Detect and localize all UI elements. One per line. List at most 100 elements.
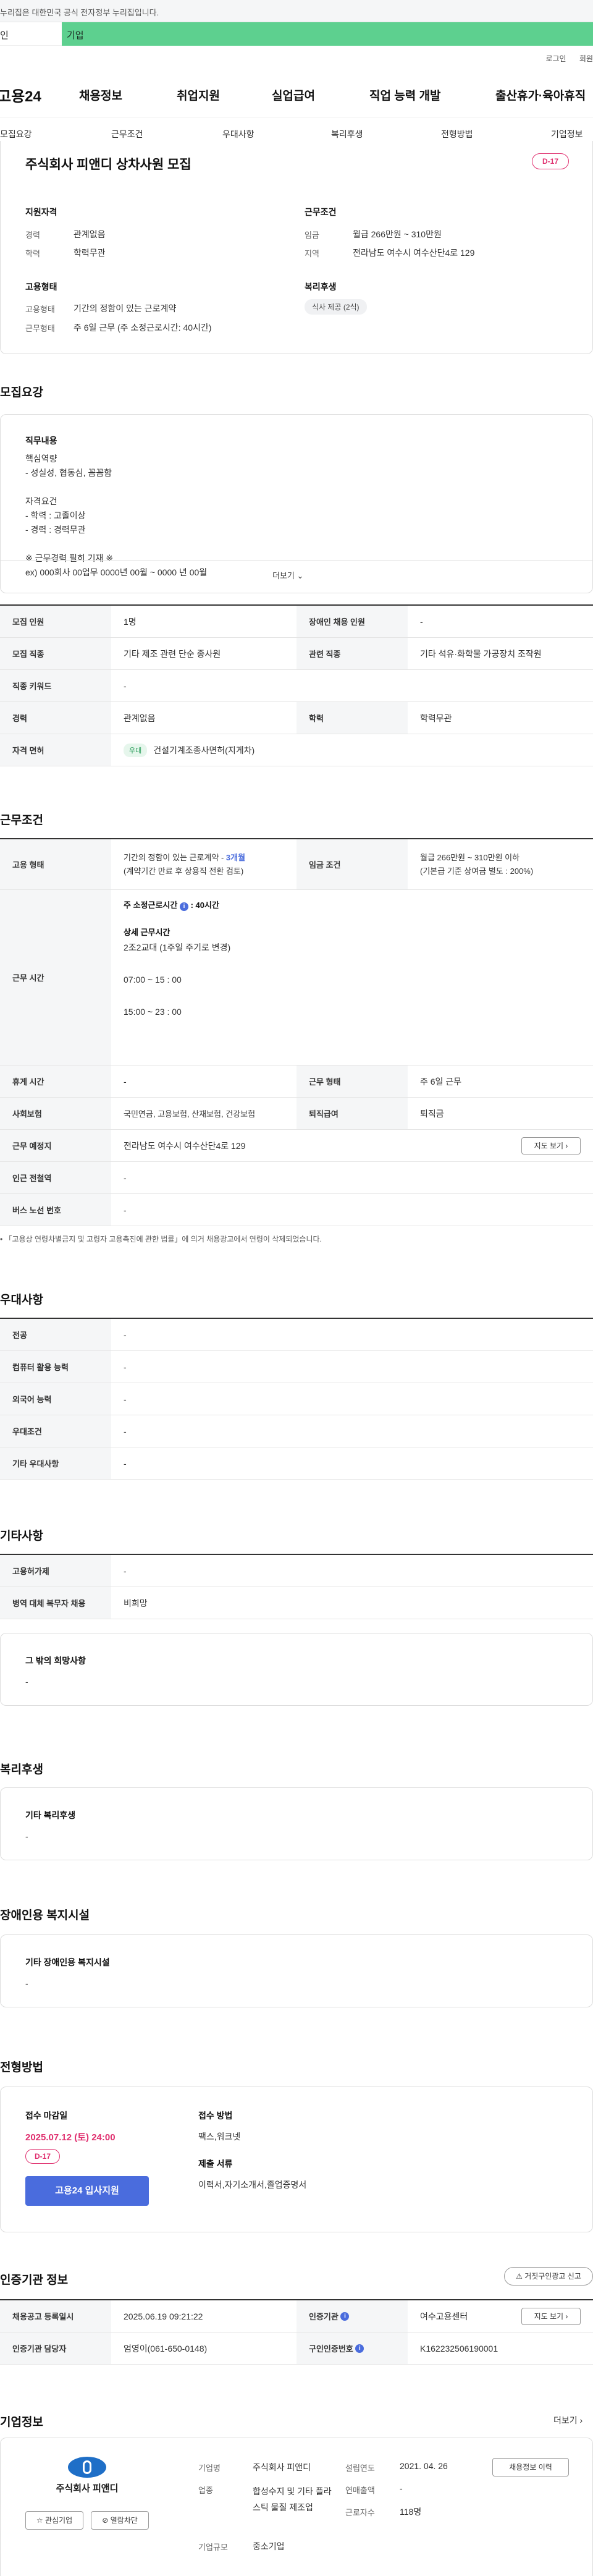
tab-work-conditions[interactable]: 근무조건	[111, 128, 143, 140]
docs-label: 제출 서류	[198, 2159, 233, 2169]
num-label-text: 구인인증번호	[309, 2344, 353, 2354]
interest-button[interactable]: ☆ 관심기업	[25, 2511, 83, 2530]
contract-months: 3개월	[225, 852, 246, 862]
table-row: 채용공고 등록일시 2025.06.19 09:21:22 인증기관 i 여수고…	[0, 2300, 593, 2332]
weekly-hours-value: : 40시간	[190, 900, 219, 910]
conditions-heading: 근무조건	[305, 207, 337, 217]
job-history-button[interactable]: 채용정보 이력	[492, 2458, 569, 2476]
table-row: 인증기관 담당자 엄영이(061-650-0148) 구인인증번호 i K162…	[0, 2332, 593, 2365]
age-notice-text: 「고용상 연령차별금지 및 고령자 고용촉진에 관한 법률」에 의거 채용광고에…	[4, 1235, 322, 1244]
org-label-text: 인증기관	[309, 2312, 339, 2321]
cell-value: -	[420, 616, 423, 627]
cell-value: -	[124, 1426, 127, 1436]
cell-label: 학력	[296, 702, 408, 734]
cert-table: 채용공고 등록일시 2025.06.19 09:21:22 인증기관 i 여수고…	[0, 2299, 593, 2365]
table-row: 고용허가제 -	[0, 1555, 593, 1587]
education-value: 학력무관	[74, 248, 106, 258]
cell-value: -	[124, 1362, 127, 1372]
map-button[interactable]: 지도 보기 ›	[521, 2308, 581, 2325]
more-button[interactable]: 더보기 ⌄	[272, 569, 303, 581]
cell-label: 우대조건	[0, 1415, 111, 1447]
info-icon[interactable]: i	[179, 902, 188, 911]
toggle-personal[interactable]: 인	[0, 22, 62, 46]
site-logo[interactable]: 고용24	[0, 84, 41, 106]
company-more-link[interactable]: 더보기 ›	[553, 2414, 582, 2426]
founded-value: 2021. 04. 26	[400, 2461, 448, 2471]
tab-recruit[interactable]: 모집요강	[0, 128, 32, 140]
cell-label: 근무 시간	[0, 890, 111, 1065]
cell-label: 자격 면허	[0, 734, 111, 766]
career-label: 경력	[25, 231, 40, 240]
screening-card: 접수 마감일 2025.07.12 (토) 24:00 D-17 고용24 입사…	[0, 2087, 593, 2232]
map-button[interactable]: 지도 보기 ›	[521, 1137, 581, 1155]
nav-item-unemployment[interactable]: 실업급여	[272, 87, 315, 103]
license-value: 건설기계조종사면허(지게차)	[153, 745, 255, 755]
apply-button[interactable]: 고용24 입사지원	[25, 2176, 149, 2206]
gov-banner: 누리집은 대한민국 공식 전자정부 누리집입니다.	[0, 0, 593, 22]
cell-value: -	[124, 680, 127, 691]
divider	[1, 560, 592, 561]
nav-item-parental-leave[interactable]: 출산휴가·육아휴직	[495, 87, 586, 103]
hours-line	[124, 955, 593, 972]
job-title: 주식회사 피앤디 상차사원 모집	[25, 158, 191, 172]
disability-box-heading: 기타 장애인용 복지시설	[25, 1957, 110, 1967]
job-description-heading: 직무내용	[25, 436, 57, 446]
login-link[interactable]: 로그인	[545, 54, 566, 63]
wage-label: 임금	[305, 231, 319, 240]
welfare-box-value: -	[25, 1831, 28, 1841]
employment-text: 기간의 정함이 있는 근로계약 -	[124, 852, 226, 862]
toggle-business[interactable]: 기업	[62, 22, 593, 46]
jd-line: 자격요건	[25, 496, 57, 506]
dday-badge: D-17	[25, 2149, 60, 2164]
cell-value: 기타 석유·화학물 가공장치 조작원	[420, 648, 542, 659]
gov-banner-text: 누리집은 대한민국 공식 전자정부 누리집입니다.	[0, 8, 159, 17]
career-value: 관계없음	[74, 229, 106, 239]
cell-label: 버스 노선 번호	[0, 1194, 111, 1226]
tab-screening[interactable]: 전형방법	[441, 128, 473, 140]
join-link[interactable]: 회원	[579, 54, 593, 63]
cell-value: 전라남도 여수시 여수산단4로 129	[124, 1140, 246, 1151]
cell-label: 근무 형태	[296, 1066, 408, 1097]
hours-line: 15:00 ~ 23 : 00	[124, 1007, 182, 1017]
region-label: 지역	[305, 249, 319, 258]
nav-item-employment-support[interactable]: 취업지원	[177, 87, 220, 103]
report-button[interactable]: ⚠ 거짓구인광고 신고	[504, 2267, 593, 2286]
cell-value: 1명	[124, 616, 137, 627]
info-icon[interactable]: i	[355, 2344, 364, 2353]
cell-label: 모집 인원	[0, 606, 111, 637]
info-icon[interactable]: i	[340, 2311, 350, 2321]
nav-item-jobs[interactable]: 채용정보	[79, 87, 122, 103]
cell-value: -	[124, 1205, 127, 1215]
map-button-label: 지도 보기	[534, 1142, 564, 1150]
cell-label: 채용공고 등록일시	[0, 2300, 111, 2332]
cell-value: -	[124, 1566, 127, 1576]
star-icon: ☆	[36, 2516, 43, 2525]
etc-section-title: 기타사항	[0, 1530, 43, 1543]
cell-label: 사회보험	[0, 1098, 111, 1129]
tab-company[interactable]: 기업정보	[551, 128, 583, 140]
table-row: 근무 예정지 전라남도 여수시 여수산단4로 129 지도 보기 ›	[0, 1130, 593, 1162]
tab-welfare[interactable]: 복리후생	[331, 128, 363, 140]
chevron-right-icon: ›	[565, 1142, 568, 1150]
nav-item-training[interactable]: 직업 능력 개발	[369, 87, 440, 103]
weekly-hours-label: 주 소정근로시간	[124, 900, 178, 910]
table-row: 버스 노선 번호 -	[0, 1194, 593, 1226]
etc-table: 고용허가제 - 병역 대체 복무자 채용 비희망	[0, 1554, 593, 1619]
detail-hours-heading: 상세 근무시간	[124, 928, 170, 937]
cell-label: 구인인증번호 i	[296, 2332, 408, 2364]
jd-line	[25, 537, 207, 551]
block-label: 열람차단	[110, 2516, 138, 2525]
age-notice: • 「고용상 연령차별금지 및 고령자 고용촉진에 관한 법률」에 의거 채용광…	[0, 1234, 322, 1244]
cell-label: 임금 조건	[296, 839, 408, 889]
block-button[interactable]: ⊘ 열람차단	[91, 2511, 149, 2530]
table-row: 인근 전철역 -	[0, 1162, 593, 1194]
cell-value: 비희망	[124, 1598, 148, 1608]
company-card: 주식회사 피앤디 ☆ 관심기업 ⊘ 열람차단 기업명 주식회사 피앤디 업종 합…	[0, 2438, 593, 2576]
table-row: 직종 키워드 -	[0, 670, 593, 702]
tab-preferences[interactable]: 우대사항	[222, 128, 254, 140]
jd-line: - 경력 : 경력무관	[25, 525, 86, 535]
qualification-heading: 지원자격	[25, 207, 57, 217]
jd-line: - 학력 : 고졸이상	[25, 511, 86, 520]
prefer-table: 전공 - 컴퓨터 활용 능력 - 외국어 능력 - 우대조건 - 기타 우대사항…	[0, 1318, 593, 1480]
summary-card: 주식회사 피앤디 상차사원 모집 D-17 지원자격 경력 관계없음 학력 학력…	[0, 141, 593, 354]
